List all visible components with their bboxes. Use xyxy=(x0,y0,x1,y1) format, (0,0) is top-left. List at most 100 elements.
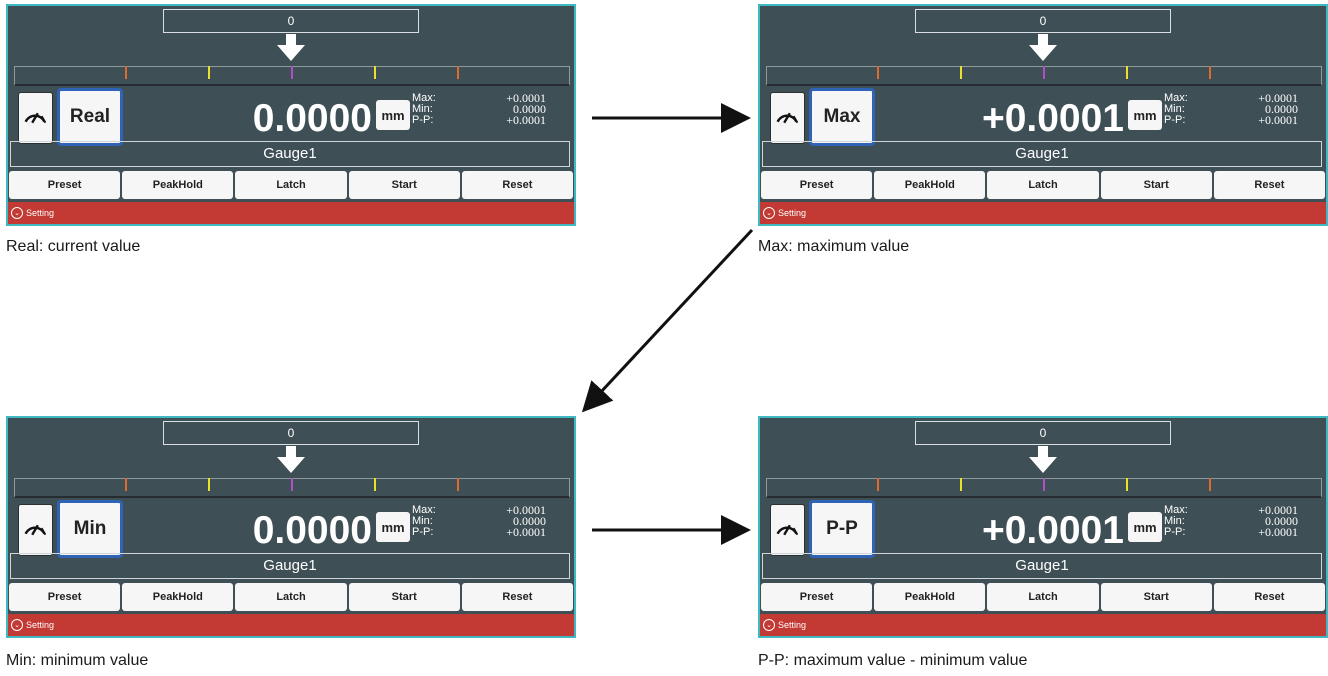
caption-min: Min: minimum value xyxy=(6,652,149,669)
target-value-box: 0 xyxy=(915,9,1171,33)
gauge-panel-real: 0 Real 0.0000 mm Max: Min: P-P: +0.0001 … xyxy=(6,4,576,226)
display-mode-label: P-P xyxy=(826,518,858,539)
target-value: 0 xyxy=(1039,14,1047,28)
start-button[interactable]: Start xyxy=(1100,583,1212,611)
stat-values: +0.0001 0.0000 +0.0001 xyxy=(506,92,546,126)
setting-bar[interactable]: ⌄ Setting xyxy=(8,614,574,636)
reset-button[interactable]: Reset xyxy=(461,171,574,199)
latch-button[interactable]: Latch xyxy=(235,171,347,199)
stat-values: +0.0001 0.0000 +0.0001 xyxy=(1258,504,1298,538)
latch-button[interactable]: Latch xyxy=(987,171,1099,199)
gauge-name-label: Gauge1 xyxy=(263,557,317,574)
gauge-mode-button[interactable] xyxy=(18,92,53,144)
gauge-name: Gauge1 xyxy=(762,141,1322,167)
start-button[interactable]: Start xyxy=(1100,171,1212,199)
stat-labels: Max: Min: P-P: xyxy=(412,93,436,126)
gauge-panel-min: 0 Min 0.0000 mm Max: Min: P-P: +0.0001 0… xyxy=(6,416,576,638)
target-value-box: 0 xyxy=(163,421,419,445)
measured-value: +0.0001 xyxy=(981,509,1124,552)
start-button[interactable]: Start xyxy=(348,583,460,611)
chevron-down-circle-icon: ⌄ xyxy=(11,619,23,631)
gauge-panel-max: 0 Max +0.0001 mm Max: Min: P-P: +0.0001 … xyxy=(758,4,1328,226)
scale-tick-center xyxy=(291,478,293,491)
preset-button[interactable]: Preset xyxy=(761,583,873,611)
preset-button[interactable]: Preset xyxy=(761,171,873,199)
target-value: 0 xyxy=(1039,426,1047,440)
unit-button[interactable]: mm xyxy=(376,100,410,130)
measured-value: 0.0000 xyxy=(252,509,372,552)
caption-max: Max: maximum value xyxy=(758,238,910,255)
pp-value: +0.0001 xyxy=(506,525,546,539)
peakhold-button[interactable]: PeakHold xyxy=(122,583,234,611)
setting-label: Setting xyxy=(778,620,807,630)
gauge-name: Gauge1 xyxy=(10,553,570,579)
stat-labels: Max: Min: P-P: xyxy=(412,505,436,538)
scale-tick-upper-warning xyxy=(374,66,376,79)
speedometer-icon xyxy=(24,524,47,536)
preset-button[interactable]: Preset xyxy=(9,171,121,199)
arrow-max-to-min xyxy=(581,228,754,413)
unit-button[interactable]: mm xyxy=(1128,100,1162,130)
scale-tick-center xyxy=(291,66,293,79)
setting-bar[interactable]: ⌄ Setting xyxy=(8,202,574,224)
display-mode-label: Real xyxy=(69,106,111,127)
target-value-box: 0 xyxy=(163,9,419,33)
unit-label: mm xyxy=(1133,519,1157,535)
display-mode-label: Min xyxy=(73,518,107,539)
setting-bar[interactable]: ⌄ Setting xyxy=(760,614,1326,636)
action-buttons: Preset PeakHold Latch Start Reset xyxy=(8,171,574,199)
reset-button[interactable]: Reset xyxy=(461,583,574,611)
chevron-down-circle-icon: ⌄ xyxy=(11,207,23,219)
caption-pp: P-P: maximum value - minimum value xyxy=(758,652,1028,669)
gauge-name: Gauge1 xyxy=(762,553,1322,579)
scale-tick-lower-limit xyxy=(877,478,879,491)
tolerance-scale-bar xyxy=(766,66,1322,86)
unit-label: mm xyxy=(1133,107,1157,123)
display-mode-button[interactable]: Min xyxy=(57,500,123,558)
unit-button[interactable]: mm xyxy=(376,512,410,542)
peakhold-button[interactable]: PeakHold xyxy=(874,583,986,611)
pp-label: P-P: xyxy=(412,526,434,538)
peakhold-button[interactable]: PeakHold xyxy=(122,171,234,199)
display-mode-button[interactable]: Real xyxy=(57,88,123,146)
pp-label: P-P: xyxy=(1164,526,1186,538)
reset-button[interactable]: Reset xyxy=(1213,171,1326,199)
target-value: 0 xyxy=(287,426,295,440)
down-arrow-icon xyxy=(1029,446,1057,473)
start-button[interactable]: Start xyxy=(348,171,460,199)
scale-tick-lower-warning xyxy=(208,66,210,79)
action-buttons: Preset PeakHold Latch Start Reset xyxy=(760,171,1326,199)
unit-button[interactable]: mm xyxy=(1128,512,1162,542)
preset-button[interactable]: Preset xyxy=(9,583,121,611)
tolerance-scale-bar xyxy=(14,478,570,498)
speedometer-icon xyxy=(776,112,799,124)
setting-bar[interactable]: ⌄ Setting xyxy=(760,202,1326,224)
gauge-mode-button[interactable] xyxy=(770,92,805,144)
scale-tick-lower-limit xyxy=(877,66,879,79)
stat-values: +0.0001 0.0000 +0.0001 xyxy=(506,504,546,539)
down-arrow-icon xyxy=(1029,34,1057,61)
scale-tick-lower-limit xyxy=(125,66,127,79)
peakhold-button[interactable]: PeakHold xyxy=(874,171,986,199)
stat-values: +0.0001 0.0000 +0.0001 xyxy=(1258,92,1298,127)
scale-tick-upper-limit xyxy=(457,478,459,491)
display-mode-label: Max xyxy=(823,106,861,127)
gauge-mode-button[interactable] xyxy=(770,504,805,556)
gauge-name-label: Gauge1 xyxy=(263,145,317,162)
measured-value: 0.0000 xyxy=(252,97,372,140)
scale-tick-lower-limit xyxy=(125,478,127,491)
scale-tick-upper-limit xyxy=(1209,66,1211,79)
latch-button[interactable]: Latch xyxy=(987,583,1099,611)
stat-labels: Max: Min: P-P: xyxy=(1164,505,1188,538)
display-mode-button[interactable]: P-P xyxy=(809,500,875,558)
action-buttons: Preset PeakHold Latch Start Reset xyxy=(8,583,574,611)
pp-label: P-P: xyxy=(1164,114,1186,126)
gauge-mode-button[interactable] xyxy=(18,504,53,556)
tolerance-scale-bar xyxy=(14,66,570,86)
display-mode-button[interactable]: Max xyxy=(809,88,875,146)
scale-tick-center xyxy=(1043,478,1045,491)
scale-tick-lower-warning xyxy=(960,478,962,491)
latch-button[interactable]: Latch xyxy=(235,583,347,611)
pp-value: +0.0001 xyxy=(1258,113,1298,127)
reset-button[interactable]: Reset xyxy=(1213,583,1326,611)
